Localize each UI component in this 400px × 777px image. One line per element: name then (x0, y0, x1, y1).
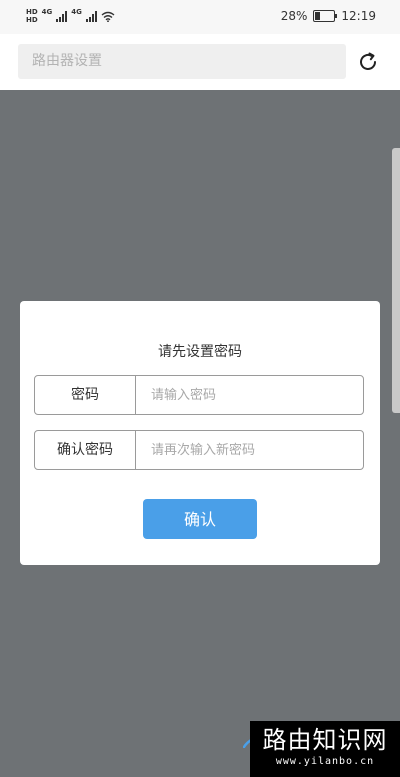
network-4g-label-2: 4G (71, 8, 82, 16)
password-label: 密码 (35, 376, 136, 414)
reload-icon[interactable] (356, 50, 380, 74)
signal-icon-2 (85, 10, 97, 22)
confirm-button[interactable]: 确认 (143, 499, 257, 539)
battery-percent: 28% (280, 9, 308, 23)
clock: 12:19 (341, 9, 376, 23)
password-field: 密码 (34, 375, 364, 415)
network-4g-label-1: 4G (41, 8, 53, 16)
hd-icon: HD HD (26, 8, 38, 24)
status-right-group: 28% 12:19 (281, 9, 376, 23)
set-password-dialog: 请先设置密码 密码 确认密码 确认 (20, 301, 380, 565)
watermark-title: 路由知识网 (262, 726, 388, 754)
status-left-group: HD HD 4G 4G (26, 8, 115, 24)
confirm-password-label: 确认密码 (35, 431, 136, 469)
confirm-password-field: 确认密码 (34, 430, 364, 470)
dialog-title: 请先设置密码 (158, 344, 242, 360)
browser-top-bar: 路由器设置 (0, 34, 400, 90)
hd-label-2: HD (26, 16, 38, 24)
signal-icon (56, 10, 68, 22)
confirm-password-input[interactable] (136, 431, 363, 469)
scrollbar[interactable] (392, 148, 400, 413)
watermark: 路由知识网 www.yilanbo.cn (250, 721, 400, 777)
password-input[interactable] (136, 376, 363, 414)
battery-icon (313, 10, 338, 22)
hd-label-1: HD (26, 8, 38, 16)
address-bar[interactable]: 路由器设置 (18, 44, 346, 79)
wifi-icon (101, 11, 115, 22)
watermark-url: www.yilanbo.cn (275, 756, 375, 767)
status-bar: HD HD 4G 4G 28% 12:19 (0, 0, 400, 34)
